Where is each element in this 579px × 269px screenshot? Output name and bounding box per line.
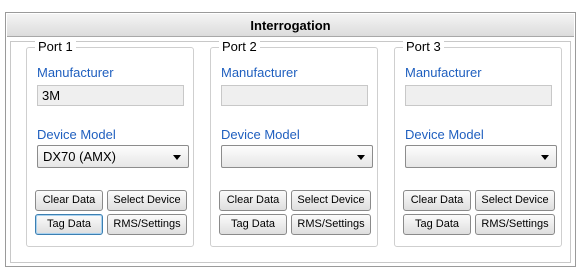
port-2-device-model-select[interactable] xyxy=(221,145,373,168)
port-2-select-device-button[interactable]: Select Device xyxy=(291,190,371,211)
port-1-tag-data-button[interactable]: Tag Data xyxy=(35,214,103,235)
port-2-group: Port 2 Manufacturer Device Model Clear D… xyxy=(210,39,378,247)
panel-title: Interrogation xyxy=(7,14,574,37)
port-3-rms-settings-button[interactable]: RMS/Settings xyxy=(475,214,555,235)
chevron-down-icon xyxy=(173,155,181,160)
port-3-device-model-label: Device Model xyxy=(405,127,484,142)
port-1-manufacturer-field: 3M xyxy=(37,85,184,106)
port-1-title: Port 1 xyxy=(35,39,76,54)
port-2-manufacturer-field xyxy=(221,85,368,106)
port-2-manufacturer-label: Manufacturer xyxy=(221,65,298,80)
port-1-device-model-value: DX70 (AMX) xyxy=(43,149,116,164)
port-3-title: Port 3 xyxy=(403,39,444,54)
port-3-device-model-select[interactable] xyxy=(405,145,557,168)
port-1-rms-settings-button[interactable]: RMS/Settings xyxy=(107,214,187,235)
port-2-title: Port 2 xyxy=(219,39,260,54)
chevron-down-icon xyxy=(541,155,549,160)
port-2-clear-data-button[interactable]: Clear Data xyxy=(219,190,287,211)
port-3-tag-data-button[interactable]: Tag Data xyxy=(403,214,471,235)
port-1-clear-data-button[interactable]: Clear Data xyxy=(35,190,103,211)
port-1-device-model-label: Device Model xyxy=(37,127,116,142)
port-2-device-model-label: Device Model xyxy=(221,127,300,142)
port-1-device-model-select[interactable]: DX70 (AMX) xyxy=(37,145,189,168)
port-3-manufacturer-field xyxy=(405,85,552,106)
port-3-clear-data-button[interactable]: Clear Data xyxy=(403,190,471,211)
port-1-manufacturer-label: Manufacturer xyxy=(37,65,114,80)
chevron-down-icon xyxy=(357,155,365,160)
port-1-select-device-button[interactable]: Select Device xyxy=(107,190,187,211)
port-1-group: Port 1 Manufacturer 3M Device Model DX70… xyxy=(26,39,194,247)
port-3-manufacturer-label: Manufacturer xyxy=(405,65,482,80)
port-3-select-device-button[interactable]: Select Device xyxy=(475,190,555,211)
port-2-rms-settings-button[interactable]: RMS/Settings xyxy=(291,214,371,235)
port-2-tag-data-button[interactable]: Tag Data xyxy=(219,214,287,235)
port-3-group: Port 3 Manufacturer Device Model Clear D… xyxy=(394,39,562,247)
